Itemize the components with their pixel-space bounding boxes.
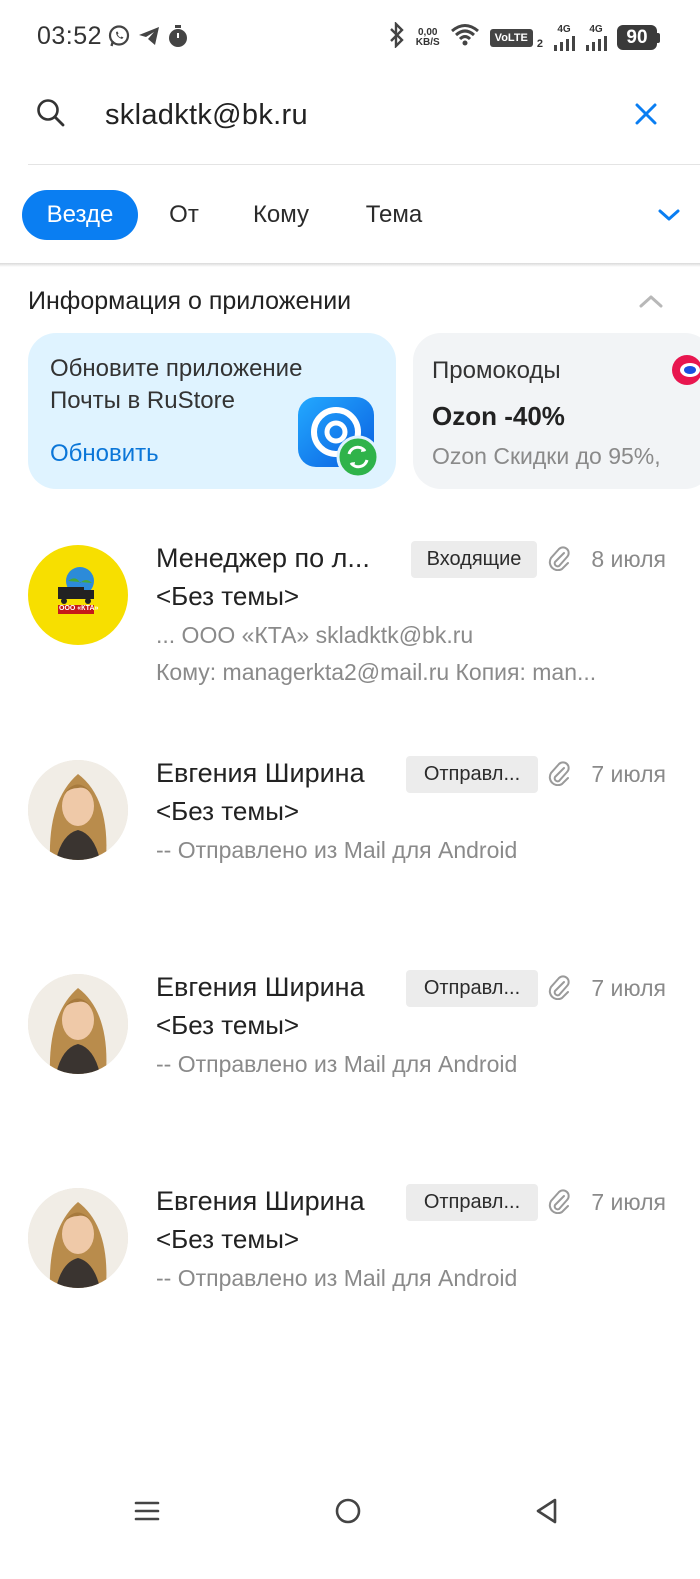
folder-badge: Отправл... (406, 756, 538, 793)
folder-badge: Входящие (411, 541, 537, 578)
paperclip-icon (548, 1188, 570, 1219)
chevron-up-icon[interactable] (638, 292, 664, 315)
signal-2: 4G (585, 23, 607, 51)
volte-badge: VoLTE (489, 28, 533, 47)
search-icon[interactable] (36, 98, 66, 133)
signal-bars-icon (586, 35, 607, 51)
avatar-text: ООО «КТА» (59, 605, 99, 612)
battery-tip (657, 32, 660, 43)
net-speed: 0,00 KB/S (415, 26, 440, 48)
info-section-title: Информация о приложении (28, 287, 352, 315)
mail-app-icon (296, 391, 382, 486)
search-divider (28, 164, 700, 165)
back-icon[interactable] (533, 1497, 561, 1530)
sim-index: 2 (536, 37, 543, 50)
promo-subtitle: Ozon Скидки до 95%, (432, 443, 661, 469)
email-sender: Менеджер по л... (156, 543, 370, 573)
filter-chips: Везде От Кому Тема (22, 190, 682, 242)
avatar (28, 1188, 128, 1288)
avatar (28, 974, 128, 1074)
email-snippet: -- Отправлено из Mail для Android (156, 1051, 518, 1077)
paperclip-icon (548, 545, 570, 576)
menu-icon[interactable] (133, 1497, 161, 1530)
filter-chip-from[interactable]: От (150, 190, 218, 240)
bluetooth-icon (388, 21, 406, 53)
signal-1-label: 4G (557, 23, 571, 35)
system-nav-bar (0, 1479, 700, 1579)
filter-divider (0, 263, 700, 267)
update-link[interactable]: Обновить (50, 440, 159, 468)
ozon-logo-icon (670, 353, 700, 392)
folder-badge: Отправл... (406, 970, 538, 1007)
timer-icon (167, 24, 189, 53)
promo-card[interactable]: Промокоды Ozon -40% Ozon Скидки до 95%, (413, 333, 700, 489)
avatar: ООО «КТА» (28, 545, 128, 645)
email-item[interactable]: Евгения Ширина Отправл... 7 июля <Без те… (0, 1183, 700, 1323)
home-icon[interactable] (334, 1497, 362, 1530)
close-icon[interactable] (634, 102, 658, 131)
battery-indicator: 90 (617, 25, 660, 50)
email-sender: Евгения Ширина (156, 972, 365, 1002)
email-date: 7 июля (591, 761, 666, 787)
email-sender: Евгения Ширина (156, 758, 365, 788)
email-item[interactable]: ООО «КТА» Менеджер по л... Входящие 8 ию… (0, 540, 700, 700)
email-item[interactable]: Евгения Ширина Отправл... 7 июля <Без те… (0, 755, 700, 895)
email-subject: <Без темы> (156, 796, 300, 826)
folder-badge: Отправл... (406, 1184, 538, 1221)
telegram-icon (137, 24, 161, 53)
filter-chip-everywhere[interactable]: Везде (22, 190, 138, 240)
filter-chip-to[interactable]: Кому (236, 190, 326, 240)
status-icons: 0,00 KB/S VoLTE 2 4G 4G 90 (388, 21, 660, 53)
battery-level: 90 (617, 25, 657, 50)
whatsapp-icon (107, 24, 131, 53)
email-subject: <Без темы> (156, 1010, 300, 1040)
email-subject: <Без темы> (156, 581, 300, 611)
promo-label: Промокоды (432, 357, 561, 384)
email-date: 7 июля (591, 1189, 666, 1215)
search-bar (0, 76, 700, 164)
email-recipients: Кому: managerkta2@mail.ru Копия: man... (156, 659, 597, 685)
status-bar: 03:52 0,00 KB/S VoLTE 2 4G 4G 90 (0, 0, 700, 76)
net-speed-unit: KB/S (415, 36, 440, 48)
search-input[interactable] (105, 94, 605, 136)
net-speed-value: 0,00 (417, 26, 438, 38)
email-item[interactable]: Евгения Ширина Отправл... 7 июля <Без те… (0, 969, 700, 1109)
status-time: 03:52 (37, 22, 103, 50)
email-snippet: -- Отправлено из Mail для Android (156, 837, 518, 863)
email-sender: Евгения Ширина (156, 1186, 365, 1216)
paperclip-icon (548, 974, 570, 1005)
email-subject: <Без темы> (156, 1224, 300, 1254)
wifi-icon (450, 23, 480, 52)
paperclip-icon (548, 760, 570, 791)
email-date: 7 июля (591, 975, 666, 1001)
filter-chip-subject[interactable]: Тема (350, 190, 438, 240)
email-date: 8 июля (591, 546, 666, 572)
email-snippet: -- Отправлено из Mail для Android (156, 1265, 518, 1291)
email-snippet: ... ООО «КТА» skladktk@bk.ru (156, 622, 474, 648)
signal-1: 4G (553, 23, 575, 51)
avatar (28, 760, 128, 860)
promo-title: Ozon -40% (432, 401, 565, 431)
signal-bars-icon (554, 35, 575, 51)
chevron-down-icon[interactable] (656, 202, 682, 233)
signal-2-label: 4G (589, 23, 603, 35)
rustore-update-card[interactable]: Обновите приложение Почты в RuStore Обно… (28, 333, 396, 489)
